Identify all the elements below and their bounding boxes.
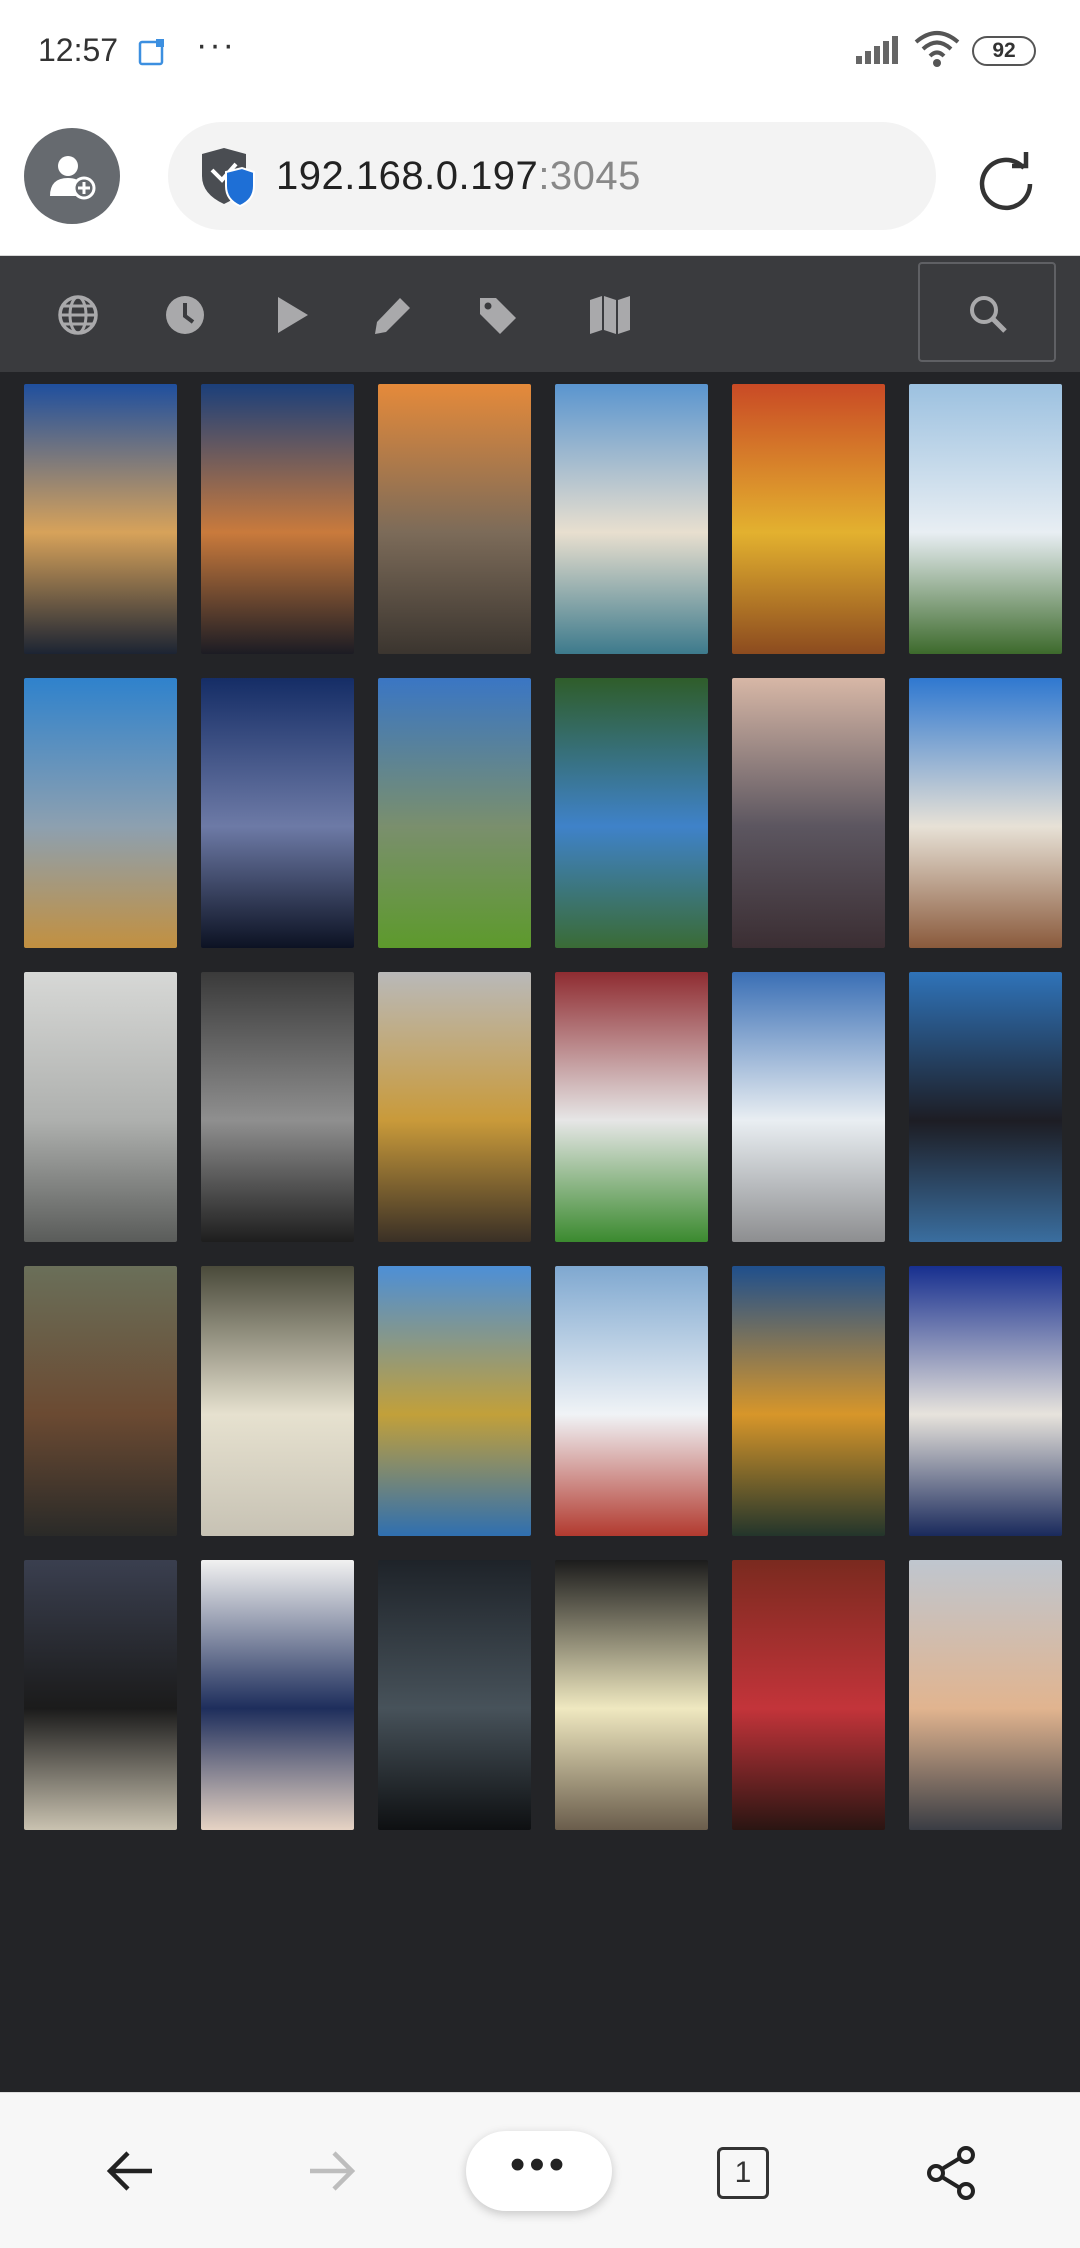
photo-home-theater-red[interactable] <box>732 1560 885 1830</box>
photo-car-sunset[interactable] <box>909 1560 1062 1830</box>
photo-mountains-sunset[interactable] <box>378 384 531 654</box>
browser-bottom-nav: ••• 1 <box>0 2092 1080 2248</box>
share-button[interactable] <box>926 2145 978 2206</box>
battery-icon: 92 <box>972 36 1036 66</box>
back-arrow-icon <box>106 2151 152 2191</box>
wifi-icon <box>914 30 960 73</box>
tags-icon[interactable] <box>478 294 520 336</box>
photo-soccer-player[interactable] <box>555 972 708 1242</box>
globe-icon[interactable] <box>57 294 99 336</box>
clock-icon[interactable] <box>164 294 206 336</box>
photo-aerial-road-lake[interactable] <box>555 678 708 948</box>
share-icon <box>927 2146 975 2200</box>
photo-bridge-reflection[interactable] <box>378 1266 531 1536</box>
photo-daffodils-vase[interactable] <box>555 1560 708 1830</box>
add-user-icon <box>50 156 96 200</box>
reload-icon <box>979 152 1033 211</box>
more-menu-button[interactable]: ••• <box>466 2131 612 2211</box>
photo-twin-towers-city[interactable] <box>24 678 177 948</box>
photo-white-flowers-vase[interactable] <box>201 1266 354 1536</box>
reload-button[interactable] <box>976 152 1036 217</box>
more-menu-icon: ••• <box>509 2140 569 2189</box>
search-button[interactable] <box>918 262 1056 362</box>
url-field[interactable]: 192.168.0.197:3045 <box>168 122 936 230</box>
photo-man-rain-dark[interactable] <box>378 1560 531 1830</box>
search-icon <box>970 296 1007 333</box>
add-user-button[interactable] <box>24 128 120 224</box>
url-text: 192.168.0.197:3045 <box>276 154 641 199</box>
photo-castle-forest[interactable] <box>909 384 1062 654</box>
url-port: :3045 <box>538 154 641 198</box>
play-icon[interactable] <box>272 294 314 336</box>
photo-woman-striped-shirt[interactable] <box>201 1560 354 1830</box>
photo-interior-chairs-plant[interactable] <box>24 972 177 1242</box>
photo-prague-church[interactable] <box>909 678 1062 948</box>
photo-cafe-interior-lamps[interactable] <box>378 972 531 1242</box>
forward-button[interactable] <box>306 2147 358 2200</box>
signal-icon <box>856 34 900 71</box>
photo-snowy-mountain-lake-night[interactable] <box>201 678 354 948</box>
photo-red-gate-autumn[interactable] <box>732 384 885 654</box>
status-bar: 12:57 ··· 92 <box>0 0 1080 104</box>
app-toolbar <box>0 256 1080 372</box>
tabs-button[interactable]: 1 <box>717 2147 769 2199</box>
notification-icon <box>138 38 166 66</box>
photo-fireworks-museum[interactable] <box>909 1266 1062 1536</box>
photo-highway-interchange[interactable] <box>201 384 354 654</box>
photo-city-night-skyline[interactable] <box>24 384 177 654</box>
browser-address-bar: 192.168.0.197:3045 <box>0 104 1080 256</box>
photo-lighthouse-coast[interactable] <box>732 678 885 948</box>
photo-taj-mahal[interactable] <box>555 384 708 654</box>
status-time: 12:57 <box>38 32 119 68</box>
map-icon[interactable] <box>588 294 630 336</box>
pencil-icon[interactable] <box>372 294 414 336</box>
shield-icon[interactable] <box>198 146 256 213</box>
photo-grid <box>24 384 1062 1830</box>
photo-man-brown-suit[interactable] <box>24 1266 177 1536</box>
photo-basketball-player[interactable] <box>24 1560 177 1830</box>
url-host: 192.168.0.197 <box>276 154 539 198</box>
photo-blue-van-clouds[interactable] <box>732 972 885 1242</box>
forward-arrow-icon <box>310 2151 356 2191</box>
photo-concrete-corridor[interactable] <box>201 972 354 1242</box>
photo-bridge-night-lights[interactable] <box>732 1266 885 1536</box>
more-dots-icon: ··· <box>196 26 236 64</box>
back-button[interactable] <box>104 2147 156 2200</box>
photo-green-valley-peaks[interactable] <box>378 678 531 948</box>
photo-snowy-village[interactable] <box>555 1266 708 1536</box>
photo-woman-blue-background[interactable] <box>909 972 1062 1242</box>
